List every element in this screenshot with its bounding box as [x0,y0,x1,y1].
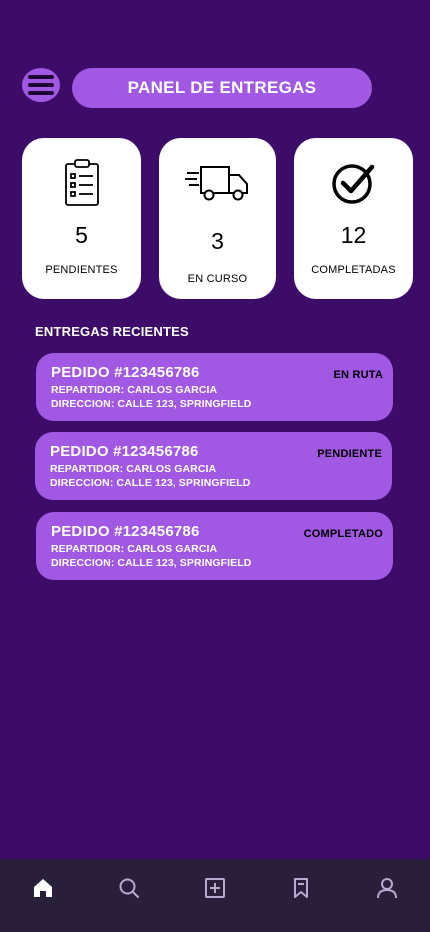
order-card[interactable]: PEDIDO #123456786 REPARTIDOR: CARLOS GAR… [36,512,393,580]
stat-value: 3 [211,228,224,254]
home-icon [34,879,52,897]
stat-label: COMPLETADAS [311,264,396,276]
stat-value: 5 [75,222,88,248]
add-square-icon [205,878,225,898]
order-courier: REPARTIDOR: CARLOS GARCIA [51,384,218,396]
order-address: DIRECCION: CALLE 123, SPRINGFIELD [51,398,252,410]
menu-button[interactable] [22,68,60,102]
order-status-badge: EN RUTA [333,369,383,381]
order-status-badge: PENDIENTE [317,448,382,460]
order-card[interactable]: PEDIDO #123456786 REPARTIDOR: CARLOS GAR… [36,353,393,421]
nav-bookmarks[interactable] [281,873,321,903]
clipboard-list-icon [64,158,100,208]
stat-card-completadas[interactable]: 12 COMPLETADAS [294,138,413,299]
nav-home[interactable] [23,873,63,903]
bookmark-icon [294,878,308,898]
nav-profile[interactable] [367,873,407,903]
stat-value: 12 [340,222,367,248]
order-courier: REPARTIDOR: CARLOS GARCIA [51,543,218,555]
order-courier: REPARTIDOR: CARLOS GARCIA [50,463,217,475]
stat-label: PENDIENTES [45,264,118,276]
nav-search[interactable] [109,873,149,903]
order-card[interactable]: PEDIDO #123456786 REPARTIDOR: CARLOS GAR… [35,432,392,500]
delivery-truck-icon [184,158,251,208]
page-title: PANEL DE ENTREGAS [72,68,372,108]
hamburger-menu-icon [28,75,54,79]
stat-card-en-curso[interactable]: 3 EN CURSO [159,138,276,299]
bottom-nav [0,859,430,932]
order-address: DIRECCION: CALLE 123, SPRINGFIELD [51,557,252,569]
section-title-recent: ENTREGAS RECIENTES [35,324,189,339]
order-status-badge: COMPLETADO [303,528,383,540]
order-id: PEDIDO #123456786 [51,364,200,381]
check-circle-icon [331,158,376,208]
stat-label: EN CURSO [187,273,248,285]
stat-card-pendientes[interactable]: 5 PENDIENTES [22,138,141,299]
nav-add[interactable] [195,873,235,903]
order-address: DIRECCION: CALLE 123, SPRINGFIELD [50,477,251,489]
search-icon [119,878,139,898]
user-icon [377,878,397,899]
